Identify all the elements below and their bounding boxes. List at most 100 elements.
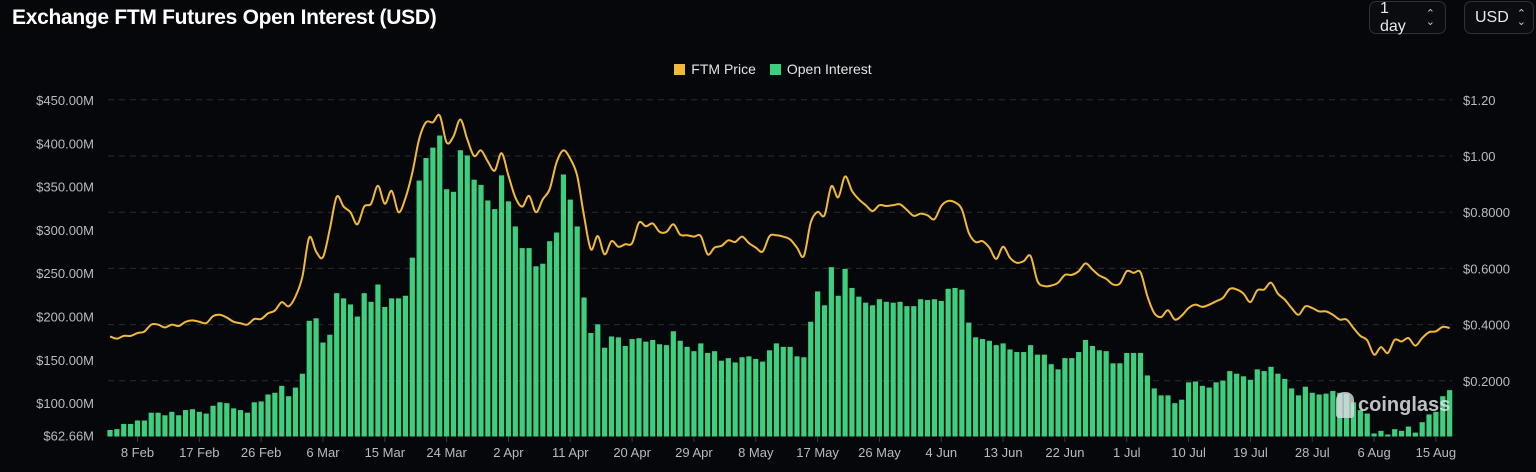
open-interest-bar [918, 299, 924, 437]
open-interest-bar [1110, 363, 1116, 437]
x-tick-label: 2 Apr [493, 445, 524, 460]
open-interest-bar [1172, 403, 1178, 437]
y-right-tick-label: $1.20 [1463, 93, 1496, 108]
open-interest-bar [718, 360, 725, 437]
open-interest-bar [1041, 354, 1047, 437]
open-interest-bar [979, 339, 986, 437]
open-interest-bar [876, 299, 883, 437]
open-interest-bar [835, 295, 841, 437]
y-axis-left: $450.00M $400.00M $350.00M $300.00M $250.00M… [36, 93, 94, 444]
open-interest-bar [1282, 378, 1288, 437]
open-interest-bar [1076, 352, 1082, 437]
open-interest-bar [547, 241, 553, 437]
open-interest-bar [794, 356, 800, 437]
open-interest-bar [313, 318, 319, 437]
open-interest-bar [457, 150, 463, 437]
open-interest-bar [691, 351, 697, 437]
open-interest-bar [121, 423, 127, 437]
open-interest-bar [746, 356, 752, 437]
open-interest-bar [1323, 393, 1329, 437]
y-left-tick-label: $250.00M [36, 266, 94, 281]
open-interest-bar [258, 401, 264, 437]
x-tick-label: 6 Mar [306, 445, 340, 460]
open-interest-bar [395, 298, 402, 437]
open-interest-bar [670, 331, 676, 437]
open-interest-bar [368, 301, 374, 437]
open-interest-bar [1371, 433, 1377, 437]
open-interest-bar [189, 409, 196, 437]
open-interest-bar [1124, 352, 1130, 437]
open-interest-bar [519, 248, 525, 437]
open-interest-bar [540, 263, 546, 437]
open-interest-bar [732, 362, 738, 437]
open-interest-bar [698, 343, 704, 437]
x-tick-label: 11 Apr [552, 445, 589, 460]
open-interest-bar [966, 322, 972, 437]
open-interest-bar [464, 155, 470, 437]
open-interest-bar [1089, 345, 1096, 437]
open-interest-bar [574, 226, 580, 437]
open-interest-bar [766, 350, 773, 437]
open-interest-bar [416, 180, 422, 437]
open-interest-bar [128, 423, 134, 437]
open-interest-bar [808, 321, 814, 437]
x-tick-label: 24 Mar [426, 445, 467, 460]
open-interest-bar [1268, 366, 1274, 437]
open-interest-bar [1021, 352, 1027, 437]
y-axis-right: $1.20 $1.00 $0.8000 $0.6000 $0.4000 $0.2000 [1463, 93, 1510, 389]
open-interest-bar [1316, 394, 1322, 437]
y-left-tick-label: $62.66M [43, 429, 94, 444]
open-interest-bar [815, 291, 821, 437]
y-left-tick-label: $300.00M [36, 223, 94, 238]
open-interest-bar [773, 343, 779, 437]
open-interest-bar [402, 295, 409, 437]
open-interest-bar [636, 338, 642, 437]
open-interest-bar [1103, 351, 1109, 437]
x-tick-label: 17 Feb [179, 445, 219, 460]
open-interest-bar [478, 184, 484, 437]
open-interest-bar [897, 301, 903, 437]
open-interest-bar [684, 346, 690, 437]
open-interest-bar [739, 357, 745, 437]
y-left-tick-label: $150.00M [36, 353, 94, 368]
open-interest-bar [1254, 369, 1260, 437]
open-interest-bar [924, 300, 931, 437]
open-interest-bar [760, 361, 766, 437]
open-interest-bar [849, 287, 855, 437]
open-interest-bar [986, 340, 992, 437]
y-left-tick-label: $450.00M [36, 93, 94, 108]
coinglass-watermark: coinglass [1336, 392, 1450, 418]
open-interest-bar [952, 287, 958, 437]
open-interest-bar [1144, 375, 1150, 437]
open-interest-bar [1199, 385, 1205, 437]
x-tick-label: 1 Jul [1113, 445, 1141, 460]
x-tick-label: 26 Feb [241, 445, 281, 460]
open-interest-bar [169, 411, 175, 437]
open-interest-bar [382, 307, 388, 437]
open-interest-bar [801, 357, 807, 437]
open-interest-bar [663, 345, 670, 437]
open-interest-bar [1275, 373, 1281, 437]
open-interest-bar [629, 339, 635, 437]
open-interest-bar [244, 412, 250, 437]
open-interest-bar [560, 174, 567, 437]
open-interest-bar [265, 394, 271, 437]
y-right-tick-label: $1.00 [1463, 149, 1496, 164]
open-interest-bar [1220, 380, 1226, 437]
open-interest-bar [1027, 345, 1034, 437]
y-right-tick-label: $0.4000 [1463, 318, 1510, 333]
open-interest-bar [1192, 381, 1199, 437]
open-interest-bar [176, 415, 182, 437]
open-interest-bar [1014, 352, 1020, 437]
open-interest-bar [945, 288, 951, 437]
open-interest-bar [444, 189, 450, 437]
open-interest-bar [375, 284, 381, 437]
open-interest-bar [1213, 382, 1219, 437]
x-tick-label: 4 Jun [925, 445, 957, 460]
open-interest-bar [498, 175, 505, 437]
open-interest-bar [251, 402, 257, 437]
open-interest-bar [622, 345, 628, 437]
open-interest-bar [485, 200, 491, 437]
open-interest-bar [1082, 339, 1089, 437]
open-interest-bar [1392, 429, 1398, 437]
